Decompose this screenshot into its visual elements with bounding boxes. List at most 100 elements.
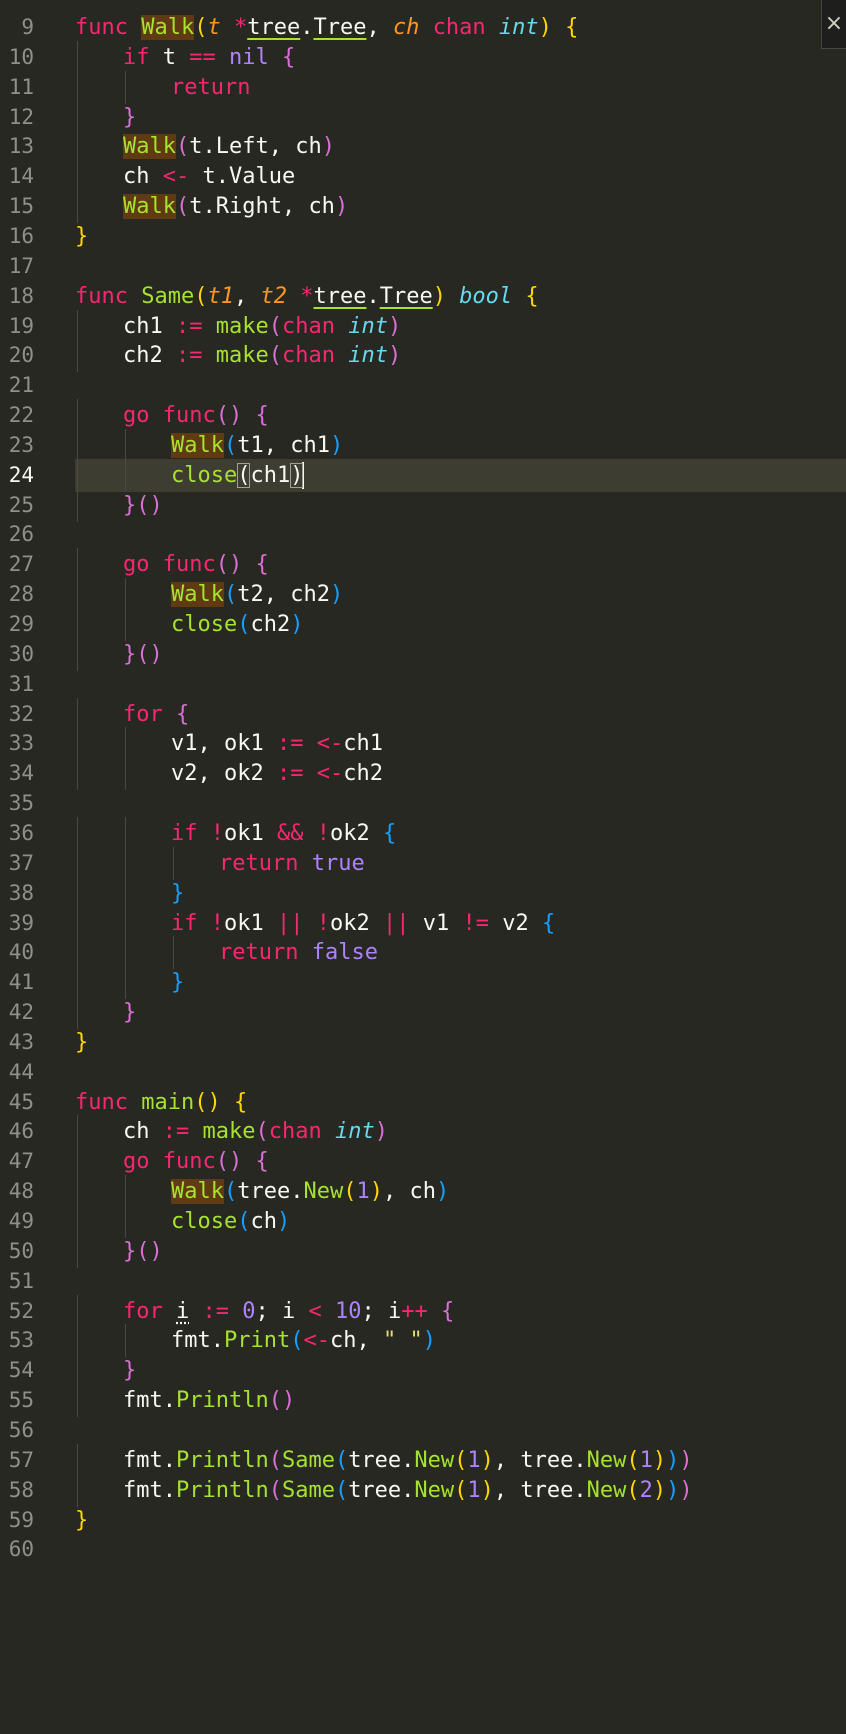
- code-line[interactable]: 50}(): [0, 1234, 846, 1268]
- line-number: 56: [8, 1417, 34, 1442]
- code-line[interactable]: 14 ch <- t.Value: [0, 160, 846, 194]
- code-line[interactable]: 22 go func() {: [0, 399, 846, 433]
- code-line[interactable]: 49 close(ch): [0, 1205, 846, 1238]
- code-line[interactable]: 55 fmt.Println(): [0, 1384, 846, 1418]
- code-line[interactable]: 37 return true: [0, 846, 846, 880]
- line-code: }(): [123, 489, 163, 522]
- code-token: (: [268, 313, 282, 339]
- code-line[interactable]: 28 Walk(t2, ch2): [0, 578, 846, 612]
- code-line[interactable]: 33 v1, ok1 := <-ch1: [0, 727, 846, 761]
- code-token: (: [194, 15, 208, 40]
- code-line[interactable]: 20 ch2 := make(chan int): [0, 339, 846, 373]
- code-line[interactable]: 34 v2, ok2 := <-ch2: [0, 757, 846, 791]
- code-line[interactable]: 23 Walk(t1, ch1): [0, 428, 846, 462]
- code-line[interactable]: 10 if t == nil {: [0, 40, 846, 74]
- code-line[interactable]: 43}: [0, 1026, 846, 1059]
- code-line[interactable]: 24 close(ch1): [0, 458, 846, 492]
- code-line[interactable]: 30}(): [0, 637, 846, 671]
- code-token: ): [480, 1477, 494, 1503]
- code-token: {: [176, 701, 190, 727]
- code-line[interactable]: 36 if !ok1 && !ok2 {: [0, 816, 846, 850]
- code-line[interactable]: 27 go func() {: [0, 548, 846, 582]
- code-line[interactable]: 47 go func() {: [0, 1145, 846, 1179]
- code-token: (: [175, 134, 190, 160]
- code-line[interactable]: 41}: [0, 966, 846, 1000]
- code-line[interactable]: 35: [0, 787, 846, 820]
- code-line[interactable]: 40 return false: [0, 936, 846, 970]
- code-line[interactable]: 58 fmt.Println(Same(tree.New(1), tree.New…: [0, 1473, 846, 1507]
- line-number: 24: [8, 462, 34, 487]
- close-icon[interactable]: ×: [821, 0, 846, 49]
- code-token: ): [369, 1179, 383, 1205]
- code-token: ch: [392, 15, 420, 40]
- code-token: (: [268, 343, 282, 369]
- code-line[interactable]: 21: [0, 369, 846, 402]
- code-line[interactable]: 26: [0, 518, 846, 551]
- code-line[interactable]: 38}: [0, 876, 846, 910]
- code-token: ): [374, 1119, 388, 1145]
- code-token: ; i: [361, 1298, 402, 1324]
- code-token: ,: [233, 283, 261, 309]
- line-number: 25: [8, 492, 34, 517]
- code-line[interactable]: 53 fmt.Print(<-ch, " "): [0, 1324, 846, 1358]
- code-line[interactable]: 42}: [0, 996, 846, 1030]
- code-line[interactable]: 51: [0, 1265, 846, 1298]
- code-token: t.Left, ch: [189, 134, 322, 160]
- code-token: (): [268, 1388, 296, 1414]
- code-line[interactable]: 29 close(ch2): [0, 608, 846, 641]
- code-token: t1, ch1: [237, 432, 330, 458]
- line-code: Walk(tree.New(1), ch): [171, 1175, 449, 1208]
- code-line[interactable]: 9 func Walk(t *tree.Tree, ch chan int) {: [0, 11, 846, 44]
- code-line[interactable]: 59}: [0, 1504, 846, 1537]
- code-token: ch2: [343, 761, 383, 787]
- code-line[interactable]: 60: [0, 1533, 846, 1566]
- code-token: func: [75, 1089, 128, 1115]
- code-line[interactable]: 44: [0, 1056, 846, 1089]
- code-token: New: [414, 1477, 455, 1503]
- code-line[interactable]: 52 for i := 0; i < 10; i++ {: [0, 1294, 846, 1328]
- code-line[interactable]: 48 Walk(tree.New(1), ch): [0, 1175, 846, 1209]
- line-number: 59: [8, 1507, 34, 1532]
- code-token: ): [329, 432, 344, 458]
- code-line[interactable]: 32 for {: [0, 697, 846, 731]
- line-number: 9: [21, 15, 34, 39]
- indent-guide: [77, 1115, 78, 1149]
- code-line[interactable]: 56: [0, 1414, 846, 1447]
- code-token: (: [268, 1477, 282, 1503]
- code-line[interactable]: 45 func main() {: [0, 1086, 846, 1119]
- code-line[interactable]: 57 fmt.Println(Same(tree.New(1), tree.New…: [0, 1443, 846, 1477]
- code-line[interactable]: 15 Walk(t.Right, ch): [0, 190, 846, 224]
- line-code: }: [75, 1026, 88, 1059]
- code-token: ): [334, 194, 349, 220]
- code-line[interactable]: 25 }(): [0, 488, 846, 522]
- code-line[interactable]: 12}: [0, 100, 846, 134]
- code-token: ch2: [123, 343, 176, 369]
- code-line[interactable]: 54}: [0, 1354, 846, 1388]
- code-line[interactable]: 16}: [0, 220, 846, 253]
- code-token: {: [541, 910, 556, 936]
- line-number: 11: [8, 74, 34, 99]
- code-token: (): [215, 1149, 243, 1175]
- code-token: true: [311, 850, 365, 876]
- code-line[interactable]: 39 if !ok1 || !ok2 || v1 != v2 {: [0, 906, 846, 940]
- code-token: v1, ok1: [171, 731, 277, 757]
- code-line[interactable]: 17: [0, 250, 846, 283]
- line-code: if !ok1 && !ok2 {: [171, 817, 396, 850]
- code-line[interactable]: 31: [0, 668, 846, 701]
- line-number: 26: [8, 522, 34, 547]
- indent-guide: [125, 846, 126, 880]
- code-token: !: [316, 820, 330, 846]
- indent-guide: [77, 966, 78, 1000]
- code-editor[interactable]: 9 func Walk(t *tree.Tree, ch chan int) {1…: [0, 0, 846, 1734]
- code-token: Same: [281, 1477, 335, 1503]
- code-line[interactable]: 46 ch := make(chan int): [0, 1115, 846, 1149]
- code-token: }(): [123, 492, 163, 518]
- code-line[interactable]: 11 return: [0, 70, 846, 104]
- code-line[interactable]: 13 Walk(t.Left, ch): [0, 130, 846, 164]
- indent-guide: [77, 608, 78, 641]
- code-line[interactable]: 18 func Same(t1, t2 *tree.Tree) bool {: [0, 280, 846, 313]
- code-line[interactable]: 19 ch1 := make(chan int): [0, 309, 846, 343]
